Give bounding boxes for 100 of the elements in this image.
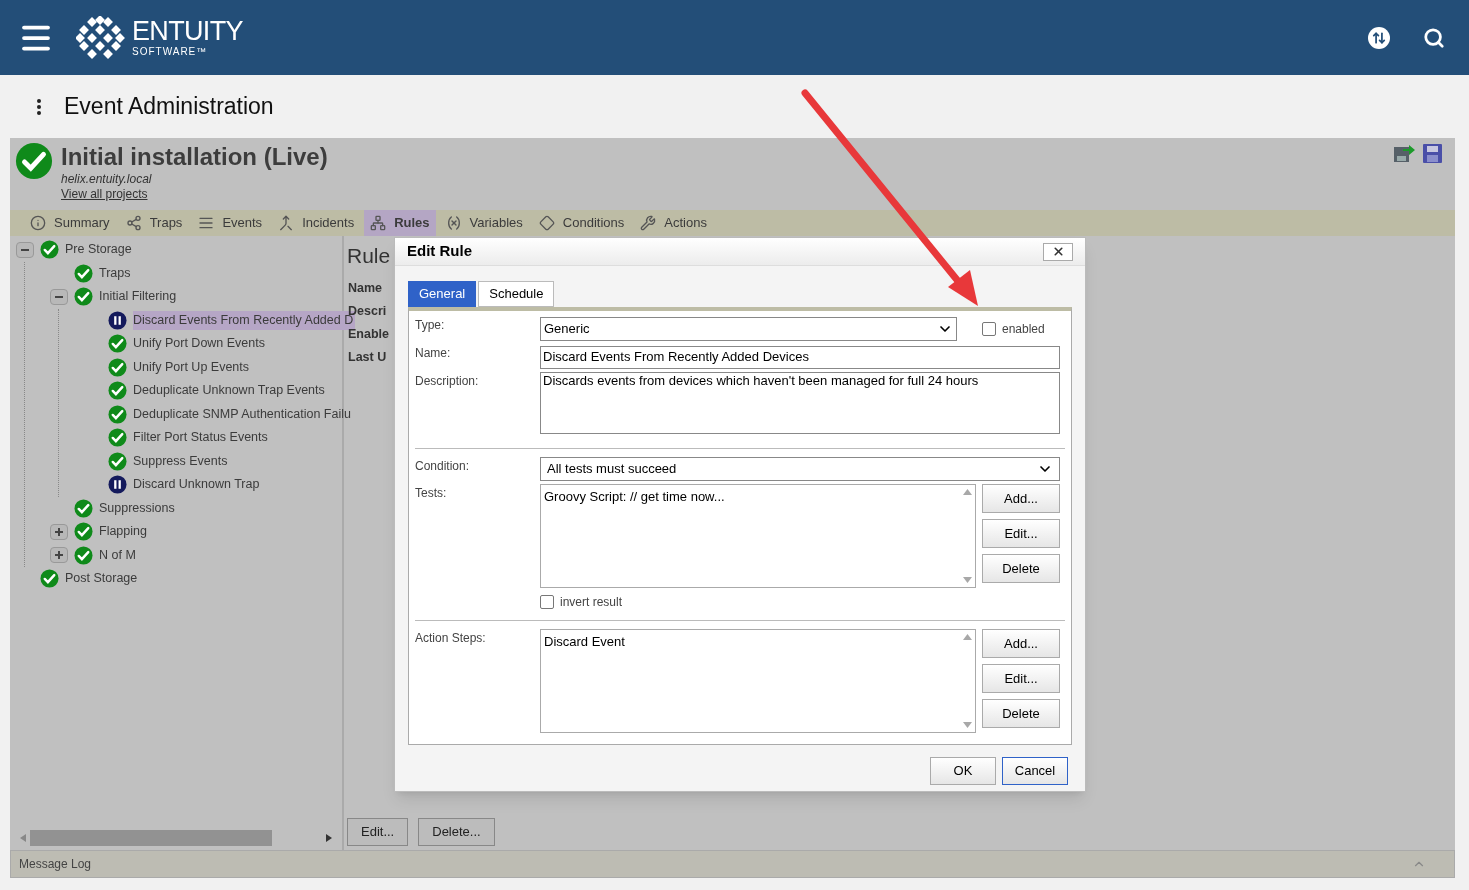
nav-tab[interactable]: Summary [24,210,116,236]
field-label: Description: [415,373,480,390]
search-icon[interactable] [1423,26,1445,49]
collapse-toggle[interactable] [16,241,34,258]
expand-toggle[interactable] [50,547,68,564]
nav-tab[interactable]: Actions [634,210,713,236]
dialog-button[interactable]: OK [930,757,996,785]
arrows-icon [1372,30,1386,45]
panel-button[interactable]: Delete... [418,818,495,846]
scroll-down-icon[interactable] [962,577,972,583]
check-icon [108,334,127,354]
pause-icon [108,310,127,330]
scroll-up-icon[interactable] [962,634,972,640]
tree-item[interactable]: Unify Port Up Events [133,357,251,377]
field-label: Tests: [415,485,448,502]
check-icon [15,142,53,180]
list-action-button[interactable]: Delete [982,699,1060,728]
dialog-tab[interactable]: General [408,281,477,307]
nav-tab[interactable]: Conditions [532,210,631,236]
condition-select[interactable]: All tests must succeed [540,457,1060,481]
sync-button[interactable] [1368,26,1390,49]
export-icon[interactable] [1393,143,1415,163]
wrench-icon [640,215,657,231]
message-log-bar[interactable]: Message Log [10,850,1455,878]
field-label: Type: [415,317,446,334]
tree-item[interactable]: Initial Filtering [99,287,179,307]
save-icon[interactable] [1423,144,1442,163]
field-label: Condition: [415,458,471,475]
merge-icon [278,215,295,231]
expand-toggle[interactable] [50,523,68,540]
logo-icon [76,15,126,60]
scroll-down-icon[interactable] [962,722,972,728]
checkbox[interactable] [540,595,554,609]
tree-item[interactable]: N of M [99,545,138,565]
close-button[interactable] [1043,242,1073,261]
nav-tab[interactable]: Rules [364,210,436,236]
close-icon [1051,245,1065,258]
branch-icon [125,215,142,231]
project-title: Initial installation (Live) [61,142,328,172]
check-icon [74,545,93,565]
tree-item[interactable]: Traps [99,263,133,283]
checkbox[interactable] [982,322,996,336]
list-action-button[interactable]: Delete [982,554,1060,583]
field-label: Name: [415,345,452,362]
tree-item[interactable]: Filter Port Status Events [133,428,270,448]
dialog-tab[interactable]: Schedule [478,281,555,307]
checkbox-label: invert result [560,594,623,611]
list-action-button[interactable]: Add... [982,484,1060,513]
list-box[interactable]: Discard Event [540,629,976,733]
type-select[interactable]: Generic [540,317,957,341]
lines-icon [198,215,215,231]
projects-link[interactable]: View all projects [61,187,328,202]
name-field[interactable]: Discard Events From Recently Added Devices [540,345,1060,369]
plus-icon [54,526,64,537]
list-box[interactable]: Groovy Script: // get time now... [540,484,976,588]
more-icon[interactable] [36,97,42,116]
host-name: helix.entuity.local [61,172,153,187]
check-icon [108,451,127,471]
check-icon [108,357,127,377]
checkbox-label: enabled [1002,321,1045,338]
message-log-label: Message Log [19,856,92,873]
tree-item[interactable]: Deduplicate SNMP Authentication Failu [133,404,353,424]
list-item[interactable]: Discard Event [544,632,956,652]
check-icon [108,404,127,424]
list-action-button[interactable]: Add... [982,629,1060,658]
tree-item[interactable]: Unify Port Down Events [133,334,267,354]
nav-tab[interactable]: Variables [439,210,529,236]
scroll-up-icon[interactable] [962,489,972,495]
list-action-button[interactable]: Edit... [982,664,1060,693]
field-label: Last U [348,348,387,366]
field-label: Name [348,279,383,297]
tree-item[interactable]: Discard Unknown Trap [133,475,262,495]
list-item[interactable]: Groovy Script: // get time now... [544,487,956,507]
check-icon [74,498,93,518]
tree-item[interactable]: Post Storage [65,569,140,589]
tree-item[interactable]: Suppress Events [133,451,230,471]
description-field[interactable]: Discards events from devices which haven't been managed for full 24 hours [540,372,1060,434]
tree-item[interactable]: Flapping [99,522,149,542]
tree-item[interactable]: Pre Storage [65,240,134,260]
pause-icon [108,475,127,495]
check-icon [74,263,93,283]
variable-icon [445,215,462,231]
dialog-title: Edit Rule [407,241,472,262]
list-action-button[interactable]: Edit... [982,519,1060,548]
info-icon [30,215,46,231]
nav-tab[interactable]: Traps [119,210,189,236]
logo-name: ENTUITY [132,18,243,45]
scroll-right-icon[interactable] [326,834,332,842]
collapse-toggle[interactable] [50,288,68,305]
nav-tab[interactable]: Events [192,210,269,236]
check-icon [40,240,59,260]
tree-item[interactable]: Suppressions [99,498,177,518]
panel-button[interactable]: Edit... [347,818,409,846]
rule-heading: Rule [347,243,391,269]
dialog-button[interactable]: Cancel [1002,757,1068,785]
tree-item[interactable]: Deduplicate Unknown Trap Events [133,381,327,401]
check-icon [108,428,127,448]
nav-tab[interactable]: Incidents [272,210,361,236]
logo-subtitle: SOFTWARE™ [132,47,209,57]
check-icon [74,287,93,307]
